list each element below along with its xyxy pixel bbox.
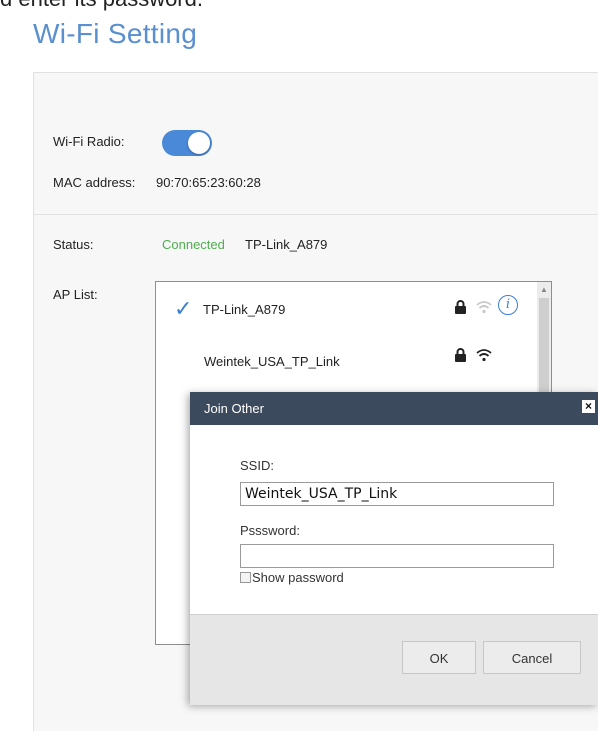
ap-list-label: AP List:	[53, 287, 98, 302]
scroll-up-icon[interactable]: ▲	[537, 282, 551, 298]
status-label: Status:	[53, 237, 94, 252]
join-other-dialog: Join Other × SSID: Psssword: Show passwo…	[190, 392, 598, 705]
show-password-label: Show password	[252, 570, 344, 585]
lock-icon	[454, 348, 467, 368]
section-divider	[33, 214, 598, 215]
ssid-input[interactable]	[240, 482, 554, 506]
ap-name: Weintek_USA_TP_Link	[204, 354, 340, 369]
password-input[interactable]	[240, 544, 554, 568]
show-password-row[interactable]: Show password	[240, 570, 344, 585]
info-icon[interactable]: i	[498, 295, 518, 315]
wifi-signal-strong-icon	[476, 348, 492, 367]
ap-list-item[interactable]: ✓ TP-Link_A879 i	[156, 290, 534, 330]
wifi-radio-toggle[interactable]	[162, 130, 212, 156]
dialog-header: Join Other ×	[190, 392, 598, 425]
toggle-knob	[188, 132, 210, 154]
mac-address-label: MAC address:	[53, 175, 136, 190]
ap-name: TP-Link_A879	[203, 302, 286, 317]
wifi-radio-label: Wi-Fi Radio:	[53, 134, 125, 149]
status-state: Connected	[162, 237, 225, 252]
ok-button[interactable]: OK	[402, 641, 476, 674]
password-label: Psssword:	[240, 523, 300, 538]
dialog-title: Join Other	[204, 401, 264, 416]
status-network: TP-Link_A879	[245, 237, 328, 252]
lock-icon	[454, 300, 467, 320]
ap-list-item[interactable]: Weintek_USA_TP_Link	[156, 342, 534, 382]
close-icon[interactable]: ×	[582, 400, 595, 413]
caption-fragment: d enter its password.	[0, 0, 203, 12]
screenshot-root: d enter its password. Wi-Fi Setting Wi-F…	[0, 0, 598, 731]
wifi-signal-weak-icon	[476, 300, 492, 319]
page-title: Wi-Fi Setting	[33, 18, 198, 49]
cancel-button[interactable]: Cancel	[483, 641, 581, 674]
mac-address-value: 90:70:65:23:60:28	[156, 175, 261, 190]
dialog-footer: OK Cancel	[190, 614, 598, 705]
show-password-checkbox[interactable]	[240, 572, 251, 583]
checkmark-icon: ✓	[174, 296, 193, 321]
ssid-label: SSID:	[240, 458, 274, 473]
